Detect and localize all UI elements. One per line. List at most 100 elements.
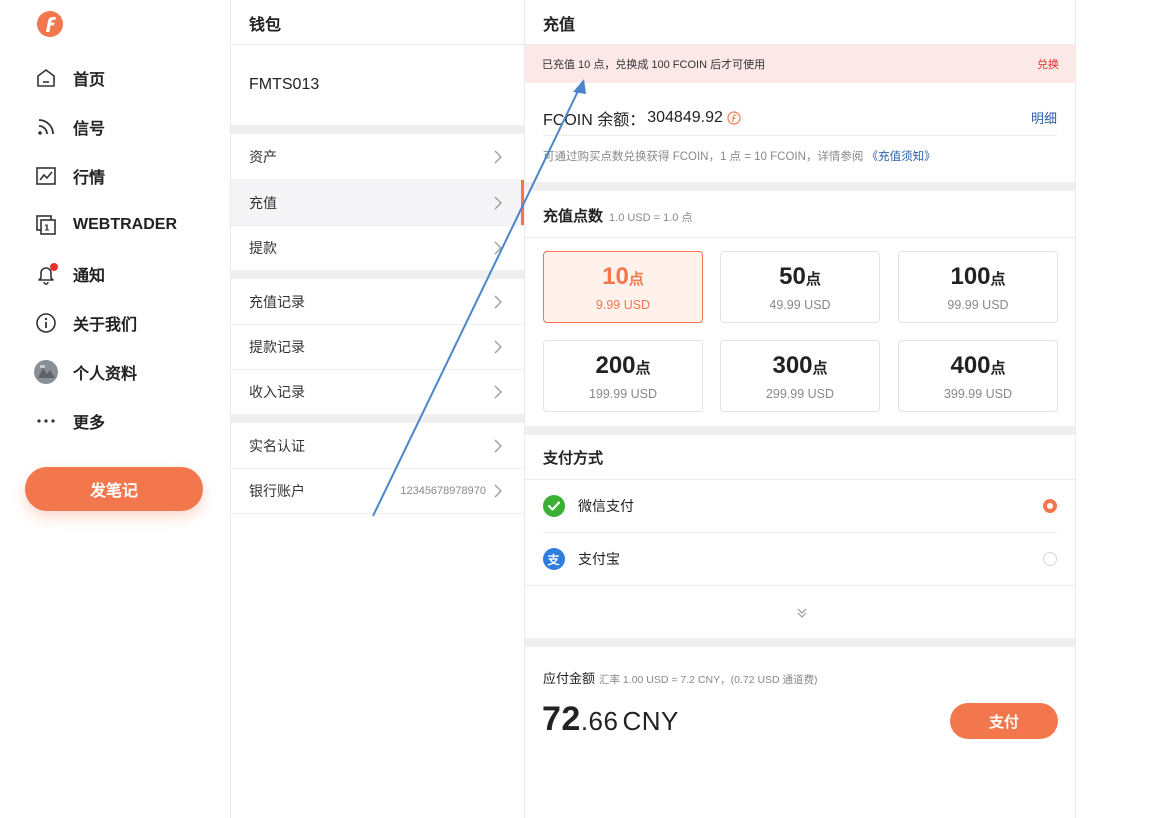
menu-item-identity-verification[interactable]: 实名认证 [231,423,524,468]
chevron-right-icon [494,484,502,497]
package-price: 49.99 USD [769,297,831,312]
menu-item-withdraw[interactable]: 提款 [231,225,524,270]
recharge-panel: 充值 已充值 10 点，兑换成 100 FCOIN 后才可使用 兑换 FCOIN… [525,0,1076,818]
package-points: 400点 [950,352,1005,383]
nav-label: 信号 [73,121,106,138]
section-gap [525,638,1075,647]
payment-option-alipay[interactable]: 支 支付宝 [543,533,1057,585]
package-points: 10点 [602,263,644,294]
payment-label: 微信支付 [578,498,634,514]
package-points-unit: 点 [628,270,644,288]
svg-text:支: 支 [547,552,561,567]
menu-item-recharge[interactable]: 充值 [231,180,524,225]
nav-item-home[interactable]: 首页 [34,60,105,96]
svg-text:1: 1 [44,224,50,233]
nav-item-profile[interactable]: 个人资料 [34,354,137,390]
nav-label: WEBTRADER [73,216,177,233]
points-package-50[interactable]: 50点 49.99 USD [720,251,880,323]
recharge-terms-link[interactable]: 《充值须知》 [867,151,936,163]
package-price: 199.99 USD [588,386,658,401]
section-gap [231,414,524,423]
points-package-100[interactable]: 100点 99.99 USD [898,251,1058,323]
package-points-value: 300 [772,351,813,379]
balance-note-text: 可通过购买点数兑换获得 FCOIN，1 点 = 10 FCOIN，详情参阅 [543,151,864,163]
package-points-unit: 点 [812,359,828,377]
amount-due-value: 72.66 CNY [542,700,679,739]
nav-item-about[interactable]: 关于我们 [34,305,137,341]
pay-button[interactable]: 支付 [950,703,1058,739]
menu-item-label: 提款记录 [249,338,305,355]
nav-label: 通知 [73,268,106,285]
menu-item-income-history[interactable]: 收入记录 [231,369,524,414]
menu-item-label: 实名认证 [249,437,305,454]
chevron-right-icon [494,150,502,163]
payment-radio-selected[interactable] [1043,499,1057,513]
package-points-unit: 点 [990,270,1006,288]
menu-item-label: 充值 [249,194,277,211]
home-icon [34,66,58,90]
points-package-200[interactable]: 200点 199.99 USD [543,340,703,412]
section-gap [231,125,524,134]
section-gap [231,270,524,279]
points-package-400[interactable]: 400点 399.99 USD [898,340,1058,412]
menu-item-label: 充值记录 [249,293,305,310]
nav-label: 关于我们 [73,317,138,334]
menu-item-withdraw-history[interactable]: 提款记录 [231,324,524,369]
menu-item-label: 银行账户 [249,482,305,499]
menu-item-label: 提款 [249,239,277,256]
recharge-title: 充值 [543,17,576,34]
divider [525,237,1075,238]
wechat-pay-icon [543,495,565,517]
app-logo[interactable] [36,10,64,38]
divider [231,44,524,45]
package-points: 50点 [779,263,821,294]
expand-more-icon[interactable] [795,606,809,620]
section-gap [525,182,1075,191]
balance-label: FCOIN 余额： [543,111,646,129]
webtrader-icon: 1 [34,213,58,237]
payment-option-wechat[interactable]: 微信支付 [543,480,1057,532]
compose-note-button[interactable]: 发笔记 [25,467,203,511]
nav-label: 更多 [73,415,106,432]
bell-icon [34,262,58,286]
package-points: 200点 [595,352,650,383]
package-points: 100点 [950,263,1005,294]
package-points-value: 200 [595,351,636,379]
package-points-unit: 点 [805,270,821,288]
section-gap [525,426,1075,435]
package-price: 9.99 USD [595,297,651,312]
nav-label: 行情 [73,170,106,187]
chevron-right-icon [494,196,502,209]
nav-item-signal[interactable]: 信号 [34,109,105,145]
payment-radio[interactable] [1043,552,1057,566]
menu-item-assets[interactable]: 资产 [231,134,524,179]
nav-item-webtrader[interactable]: 1 WEBTRADER [34,207,177,243]
points-package-10[interactable]: 10点 9.99 USD [543,251,703,323]
balance-details-link[interactable]: 明细 [1031,108,1057,127]
payment-label: 支付宝 [578,551,620,567]
payment-section-title: 支付方式 [543,450,604,467]
package-points: 300点 [772,352,827,383]
points-package-300[interactable]: 300点 299.99 USD [720,340,880,412]
exchange-rate-note: 汇率 1.00 USD = 7.2 CNY，(0.72 USD 通道费) [599,674,818,686]
chevron-right-icon [494,295,502,308]
menu-item-recharge-history[interactable]: 充值记录 [231,279,524,324]
fcoin-icon [727,110,741,125]
nav-item-more[interactable]: 更多 [34,403,105,439]
nav-item-market[interactable]: 行情 [34,158,105,194]
nav-label: 首页 [73,72,106,89]
notice-text: 已充值 10 点，兑换成 100 FCOIN 后才可使用 [542,59,766,71]
market-chart-icon [34,164,58,188]
menu-item-label: 资产 [249,148,277,165]
info-icon [34,311,58,335]
alipay-icon: 支 [543,548,565,570]
points-section-title: 充值点数 1.0 USD = 1.0 点 [543,205,692,226]
nav-item-notifications[interactable]: 通知 [34,256,105,292]
exchange-link[interactable]: 兑换 [1037,56,1059,72]
package-price: 99.99 USD [947,297,1009,312]
package-points-value: 10 [602,262,629,290]
menu-item-bank-account[interactable]: 银行账户 12345678978970 [231,468,524,513]
amount-decimal: .66 [580,706,619,736]
divider [231,513,524,514]
amount-due-label: 应付金额 汇率 1.00 USD = 7.2 CNY，(0.72 USD 通道费) [543,668,818,687]
